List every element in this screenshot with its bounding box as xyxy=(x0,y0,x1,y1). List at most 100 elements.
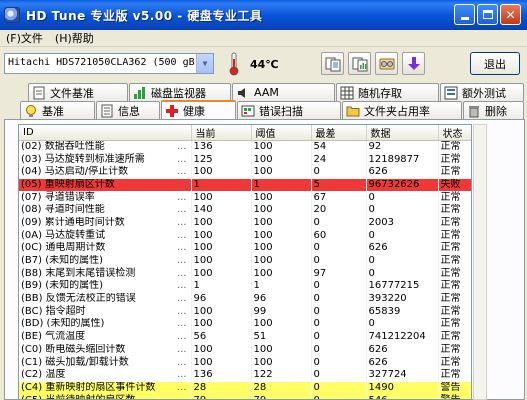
cell-current: 100 xyxy=(191,343,252,357)
table-row[interactable]: (BD) (未知的属性)... 100 100 0 0 正常 xyxy=(19,318,471,331)
copy-screenshot-button[interactable] xyxy=(348,52,371,75)
tab-file-benchmark[interactable]: 文件基准 xyxy=(28,83,128,101)
tab-delete[interactable]: 删除 xyxy=(463,101,524,119)
cell-attribute: (08) 寻道时间性能... xyxy=(19,203,192,217)
table-row[interactable]: (BE) 气流温度... 56 51 0 741212204 正常 xyxy=(19,330,471,344)
tab-disk-monitor[interactable]: 磁盘监视器 xyxy=(129,83,231,101)
table-row[interactable]: (02) 数据吞吐性能... 136 100 54 92 正常 xyxy=(19,140,471,154)
cell-data: 92 xyxy=(366,140,439,154)
cell-threshold: 99 xyxy=(251,305,312,319)
tab-label: AAM xyxy=(254,86,279,99)
cell-worst: 0 xyxy=(311,165,367,179)
tab-health[interactable]: 健康 xyxy=(161,100,236,119)
minimize-button[interactable] xyxy=(454,4,475,25)
cell-worst: 0 xyxy=(311,381,367,395)
tab-row-1: 文件基准 磁盘监视器 AAM 随机存取 额外测试 xyxy=(0,83,527,101)
table-row[interactable]: (BC) 指令超时... 100 99 0 65839 正常 xyxy=(19,305,471,319)
ellipsis-marker: ... xyxy=(176,141,187,153)
copy-text-button[interactable] xyxy=(321,52,344,75)
table-row[interactable]: (BB) 反馈无法校正的错误... 96 96 0 393220 正常 xyxy=(19,292,471,306)
red-cross-icon xyxy=(166,104,178,117)
table-row[interactable]: (C1) 磁头加载/卸载计数... 100 100 0 626 正常 xyxy=(19,356,471,369)
settings-button[interactable] xyxy=(375,52,398,75)
ellipsis-marker: ... xyxy=(176,305,187,317)
vertical-scrollbar[interactable] xyxy=(473,124,487,400)
attribute-name: (0A) 马达旋转重试 xyxy=(21,229,106,241)
column-header-threshold[interactable]: 阈值 xyxy=(251,125,312,141)
table-row[interactable]: (0C) 通电周期计数... 100 100 0 626 正常 xyxy=(19,242,471,255)
tab-label: 磁盘监视器 xyxy=(151,86,206,100)
table-row[interactable]: (C2) 温度... 136 122 0 327724 正常 xyxy=(19,368,471,382)
chevron-down-icon[interactable]: ▼ xyxy=(196,54,213,73)
settings-icon xyxy=(379,58,394,69)
cell-attribute: (BE) 气流温度... xyxy=(19,330,192,344)
table-row[interactable]: (B7) (未知的属性)... 100 100 0 0 正常 xyxy=(19,254,471,268)
smart-attributes-table[interactable]: ID 当前 阈值 最差 数据 状态 (02) 数据吞吐性能... 136 100 54… xyxy=(18,124,472,400)
cell-status: 正常 xyxy=(438,318,471,331)
cell-threshold: 100 xyxy=(251,254,312,268)
list-icon xyxy=(444,86,458,99)
cell-data: 65839 xyxy=(366,305,439,319)
table-header-row: ID 当前 阈值 最差 数据 状态 xyxy=(19,125,471,141)
cell-attribute: (B8) 末尾到末尾错误检测... xyxy=(19,267,192,281)
speaker-icon xyxy=(238,87,245,98)
cell-data: 327724 xyxy=(366,368,439,382)
cell-current: 1 xyxy=(191,280,252,293)
menu-file[interactable]: (F)文件 xyxy=(6,30,43,46)
tab-folder-usage[interactable]: 文件夹占用率 xyxy=(342,101,462,119)
cell-worst: 67 xyxy=(311,191,367,204)
cell-data: 0 xyxy=(366,267,439,281)
exit-button[interactable]: 退出 xyxy=(470,52,520,75)
cell-threshold: 100 xyxy=(251,140,312,154)
cell-attribute: (BD) (未知的属性)... xyxy=(19,318,192,331)
table-row[interactable]: (08) 寻道时间性能... 140 100 20 0 正常 xyxy=(19,203,471,217)
tab-benchmark[interactable]: 基准 xyxy=(20,101,95,119)
cell-threshold: 100 xyxy=(251,191,312,204)
close-button[interactable]: ✕ xyxy=(500,4,521,25)
column-header-data[interactable]: 数据 xyxy=(366,125,439,141)
cell-status: 正常 xyxy=(438,153,471,166)
table-row[interactable]: (05) 重映射扇区计数... 1 1 5 96732626 失败 xyxy=(19,178,471,192)
cell-current: 79 xyxy=(191,394,252,399)
document-icon xyxy=(33,86,45,99)
attribute-name: (08) 寻道时间性能 xyxy=(21,204,105,216)
cell-worst: 60 xyxy=(311,229,367,242)
maximize-icon xyxy=(482,10,493,19)
maximize-button[interactable] xyxy=(477,4,498,25)
column-header-current[interactable]: 当前 xyxy=(191,125,252,141)
table-row[interactable]: (09) 累计通电时间计数... 100 100 0 2003 正常 xyxy=(19,216,471,230)
attribute-name: (C4) 重新映射的扇区事件计数 xyxy=(21,381,156,393)
tab-info[interactable]: 信息 xyxy=(96,101,160,119)
column-header-status[interactable]: 状态 xyxy=(438,125,471,141)
table-row[interactable]: (C0) 断电磁头缩回计数... 100 100 0 626 正常 xyxy=(19,343,471,357)
cell-status: 正常 xyxy=(438,203,471,217)
tab-aam[interactable]: AAM xyxy=(232,83,335,101)
cell-data: 16777215 xyxy=(366,280,439,293)
cell-worst: 97 xyxy=(311,267,367,281)
cell-current: 136 xyxy=(191,368,252,382)
table-row[interactable]: (0A) 马达旋转重试... 100 100 60 0 正常 xyxy=(19,229,471,242)
download-button[interactable] xyxy=(402,52,425,75)
tab-error-scan[interactable]: 错误扫描 xyxy=(237,101,341,119)
table-row[interactable]: (C5) 当前待映射的扇区数...79790546警告 xyxy=(19,394,471,399)
cell-data: 0 xyxy=(366,203,439,217)
table-row[interactable]: (03) 马达旋转到标准速所需... 125 100 24 12189877 正常 xyxy=(19,153,471,166)
table-row[interactable]: (04) 马达启动/停止计数... 100 100 0 626 正常 xyxy=(19,165,471,179)
bar-chart-icon xyxy=(134,86,145,99)
menu-help[interactable]: (H)帮助 xyxy=(55,30,94,46)
drive-select[interactable]: Hitachi HDS721050CLA362 (500 gB) ▼ xyxy=(4,53,214,74)
cell-status: 正常 xyxy=(438,191,471,204)
cell-current: 100 xyxy=(191,318,252,331)
table-row[interactable]: (B8) 末尾到末尾错误检测... 100 100 97 0 正常 xyxy=(19,267,471,281)
cell-threshold: 122 xyxy=(251,368,312,382)
table-row[interactable]: (C4) 重新映射的扇区事件计数... 28 28 0 1490 警告 xyxy=(19,381,471,395)
minimize-icon xyxy=(460,17,469,20)
tab-extra-tests[interactable]: 额外测试 xyxy=(440,83,524,101)
table-row[interactable]: (07) 寻道错误率... 100 100 67 0 正常 xyxy=(19,191,471,204)
cell-attribute: (07) 寻道错误率... xyxy=(19,191,192,204)
column-header-worst[interactable]: 最差 xyxy=(311,125,367,141)
cell-threshold: 100 xyxy=(251,216,312,230)
column-header-id[interactable]: ID xyxy=(19,125,192,141)
tab-random-access[interactable]: 随机存取 xyxy=(336,83,439,101)
table-row[interactable]: (B9) (未知的属性)... 1 1 0 16777215 正常 xyxy=(19,280,471,293)
